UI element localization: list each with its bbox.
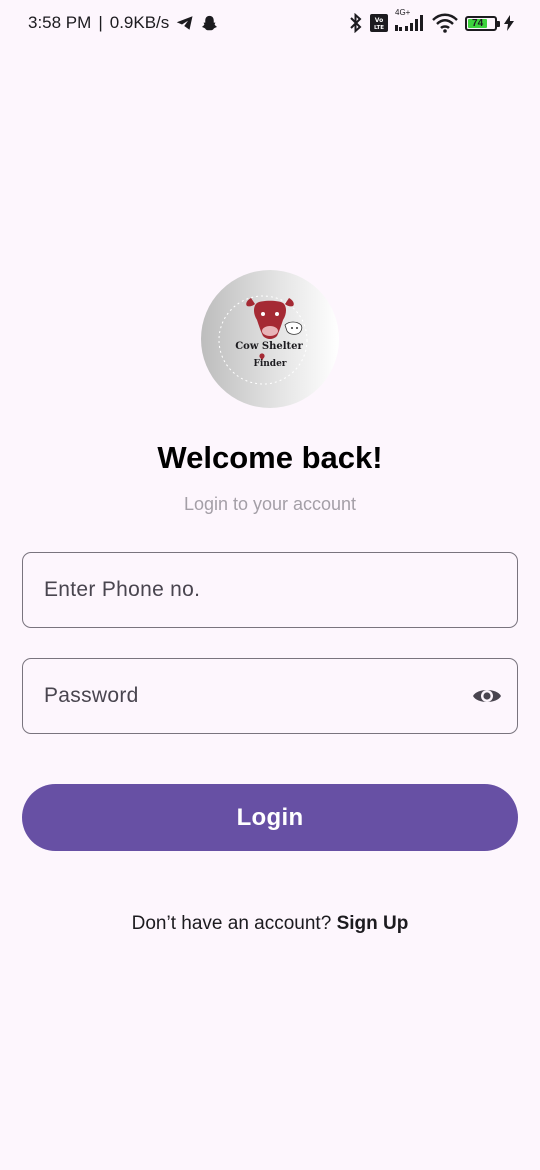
login-screen: 3:58 PM | 0.9KB/s Vo LTE 4G+ 74 Cow Shel…	[0, 0, 540, 1170]
phone-field[interactable]	[22, 552, 518, 628]
status-bar: 3:58 PM | 0.9KB/s Vo LTE 4G+ 74	[0, 0, 540, 46]
cow-shelter-logo-icon: Cow Shelter Finder	[218, 295, 308, 385]
svg-text:LTE: LTE	[374, 25, 384, 31]
snapchat-icon	[201, 15, 218, 32]
wifi-icon	[432, 13, 458, 33]
page-subtitle: Login to your account	[183, 494, 357, 514]
battery-level: 74	[468, 18, 488, 29]
status-bar-left: 3:58 PM | 0.9KB/s	[28, 13, 218, 33]
signup-link[interactable]: Sign Up	[337, 913, 409, 934]
app-logo: Cow Shelter Finder	[201, 270, 339, 408]
telegram-icon	[176, 15, 194, 31]
status-separator: |	[98, 13, 103, 32]
password-field[interactable]	[22, 658, 518, 734]
volte-icon: Vo LTE	[370, 14, 388, 32]
charging-icon	[504, 15, 514, 31]
svg-text:Vo: Vo	[375, 17, 383, 24]
network-type-label: 4G+	[395, 8, 411, 17]
logo-text-line1: Cow Shelter	[235, 341, 303, 352]
signal-icon: 4G+	[395, 8, 425, 32]
battery-icon: 74	[465, 15, 500, 31]
bluetooth-icon	[349, 13, 363, 33]
phone-input[interactable]	[44, 578, 496, 602]
logo-text-line2: Finder	[253, 359, 286, 369]
status-bar-right: Vo LTE 4G+ 74	[349, 8, 514, 33]
password-input[interactable]	[44, 684, 472, 708]
page-title: Welcome back!	[157, 440, 383, 475]
status-speed: 0.9KB/s	[109, 13, 170, 32]
battery-body: 74	[465, 15, 500, 31]
eye-icon[interactable]	[471, 679, 503, 713]
signup-row: Don’t have an account? Sign Up	[0, 913, 540, 935]
login-button[interactable]: Login	[22, 784, 518, 851]
status-time: 3:58 PM	[28, 13, 92, 32]
signup-prompt: Don’t have an account?	[131, 913, 337, 934]
